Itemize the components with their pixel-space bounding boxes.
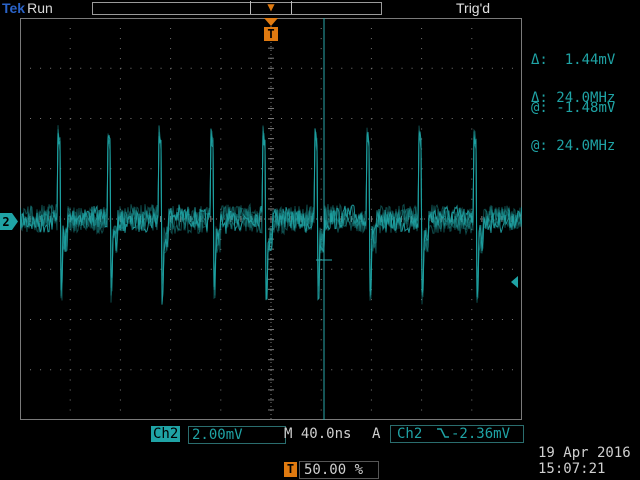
at-frequency-value: 24.0MHz <box>556 138 616 154</box>
timebase-label: M <box>284 426 293 442</box>
trigger-position-readout: 50.00 % <box>304 462 364 478</box>
trigger-level-arrow[interactable] <box>511 276 521 288</box>
timebase-value: 40.0ns <box>300 426 352 442</box>
trigger-level: -2.36mV <box>451 426 511 442</box>
trigger-marker-letter: T <box>267 27 274 41</box>
record-length-bar <box>92 2 382 15</box>
acquisition-mode: A <box>372 426 381 442</box>
vertical-scale-readout[interactable]: 2.00mV <box>188 426 286 444</box>
date-readout: 19 Apr 2016 <box>538 445 631 461</box>
channel-marker-label: 2 <box>2 215 9 229</box>
channel-2-ground-marker[interactable]: 2 <box>0 213 18 230</box>
trigger-position-top-icon: ▼ <box>267 0 275 14</box>
delta-label: Δ: <box>531 90 548 106</box>
frequency-cursor-readout: Δ: 24.0MHz @: 24.0MHz <box>531 58 615 170</box>
time-readout: 15:07:21 <box>538 461 606 477</box>
tek-logo: Tek <box>2 0 26 16</box>
brand-run-state: Tek Run <box>2 0 53 17</box>
run-state: Run <box>27 0 53 16</box>
trigger-source: Ch2 <box>397 426 423 442</box>
delta-frequency-value: 24.0MHz <box>556 90 616 106</box>
at-label: @: <box>531 138 548 154</box>
trigger-status: Trig'd <box>456 0 491 16</box>
trigger-position-marker[interactable]: T <box>264 18 278 42</box>
timebase-readout[interactable]: M 40.0ns <box>284 426 351 442</box>
channel-label[interactable]: Ch2 <box>151 426 181 442</box>
graticule-display <box>20 18 522 420</box>
falling-edge-icon <box>437 426 449 444</box>
trigger-position-icon: T <box>284 462 297 477</box>
